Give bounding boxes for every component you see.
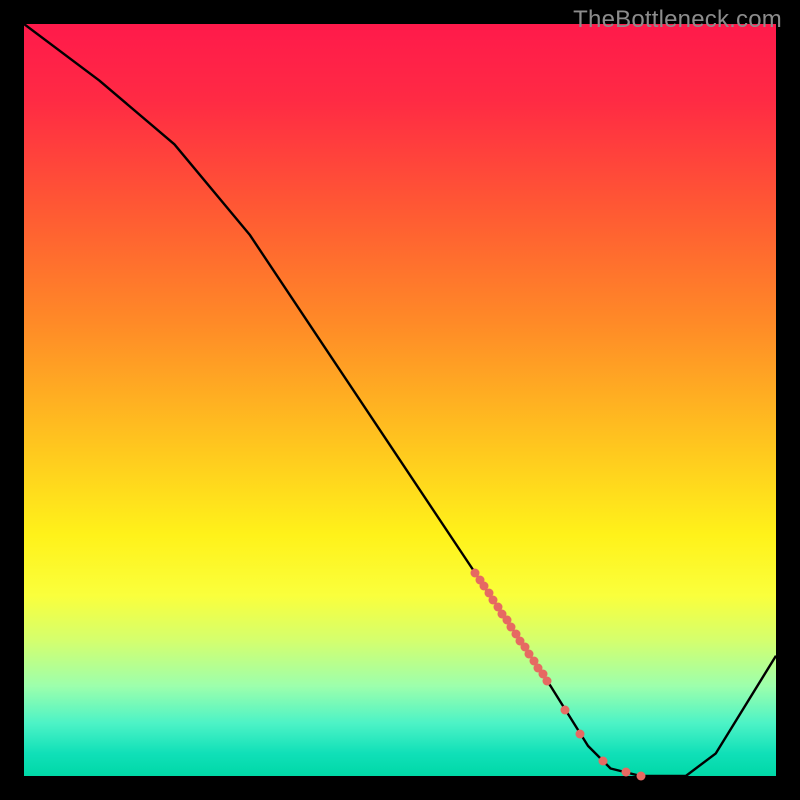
highlight-dot xyxy=(599,756,608,765)
plot-area xyxy=(24,24,776,776)
highlight-dot xyxy=(543,677,552,686)
highlight-dot xyxy=(621,768,630,777)
bottleneck-curve-path xyxy=(24,24,776,776)
highlight-dot xyxy=(576,729,585,738)
line-chart-svg xyxy=(24,24,776,776)
highlight-dot xyxy=(636,772,645,781)
highlight-dot xyxy=(561,705,570,714)
watermark-text: TheBottleneck.com xyxy=(573,6,782,34)
chart-frame: TheBottleneck.com xyxy=(0,0,800,800)
